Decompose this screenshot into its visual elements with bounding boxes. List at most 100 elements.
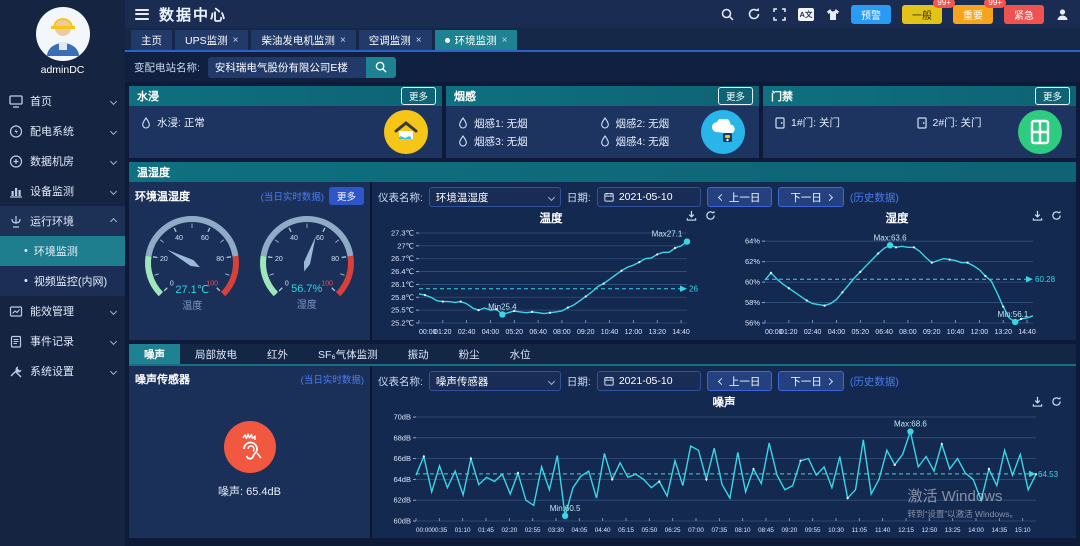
svg-text:08:00: 08:00 — [899, 329, 917, 336]
svg-text:66dB: 66dB — [393, 454, 411, 463]
content: 水浸 更多 水浸: 正常 — [125, 82, 1080, 546]
alert-button-major[interactable]: 重要 99+ — [953, 5, 993, 24]
svg-text:26.4℃: 26.4℃ — [391, 267, 414, 276]
tab-infrared[interactable]: 红外 — [252, 344, 303, 364]
svg-text:62%: 62% — [745, 257, 760, 266]
search-icon — [375, 61, 387, 73]
svg-text:01:20: 01:20 — [434, 329, 452, 336]
svg-text:04:40: 04:40 — [595, 527, 611, 534]
tab-env-monitor[interactable]: 环境监测 — [435, 30, 518, 50]
sidebar-item-runtime-env[interactable]: 运行环境 — [0, 206, 125, 236]
svg-text:20: 20 — [275, 256, 283, 263]
tab-label: 空调监测 — [369, 33, 411, 48]
svg-text:Max:68.6: Max:68.6 — [894, 420, 927, 429]
sidebar-item-system-settings[interactable]: 系统设置 — [0, 356, 125, 386]
prev-day-button[interactable]: 上一日 — [707, 371, 773, 391]
sidebar-item-energy-mgmt[interactable]: 能效管理 — [0, 296, 125, 326]
more-button[interactable]: 更多 — [401, 87, 436, 105]
next-day-button[interactable]: 下一日 — [778, 371, 844, 391]
prev-day-button[interactable]: 上一日 — [707, 187, 773, 207]
sidebar-item-power-system[interactable]: 配电系统 — [0, 116, 125, 146]
chart-title: 噪声 — [713, 394, 736, 410]
svg-text:56%: 56% — [745, 319, 760, 328]
download-icon[interactable] — [686, 210, 697, 221]
alert-button-normal[interactable]: 一般 99+ — [902, 5, 942, 24]
tab-diesel-monitor[interactable]: 柴油发电机监测 — [251, 30, 355, 50]
more-button[interactable]: 更多 — [329, 187, 364, 205]
realtime-data-link[interactable]: (当日实时数据) — [301, 372, 364, 386]
gauge-pane-title: 环境温湿度 — [135, 188, 190, 204]
tab-noise[interactable]: 噪声 — [129, 344, 180, 364]
tab-partial-discharge[interactable]: 局部放电 — [180, 344, 252, 364]
refresh-icon[interactable] — [746, 7, 761, 22]
station-search-input[interactable] — [208, 57, 366, 78]
svg-text:09:20: 09:20 — [781, 527, 797, 534]
noise-pane-title: 噪声传感器 — [135, 371, 190, 387]
alert-button-urgent[interactable]: 紧急 — [1004, 5, 1044, 24]
sidebar-item-home[interactable]: 首页 — [0, 86, 125, 116]
download-icon[interactable] — [1032, 396, 1043, 407]
tab-vibration[interactable]: 振动 — [393, 344, 444, 364]
user-icon[interactable] — [1055, 7, 1070, 22]
hamburger-menu-icon[interactable] — [135, 9, 149, 20]
tab-close-icon[interactable] — [502, 34, 508, 46]
sidebar-subitem-env-monitor[interactable]: 环境监测 — [0, 236, 125, 266]
realtime-data-link[interactable]: (当日实时数据) — [261, 189, 324, 203]
meter-select-value: 噪声传感器 — [436, 374, 544, 389]
download-icon[interactable] — [1032, 210, 1043, 221]
svg-text:06:25: 06:25 — [665, 527, 681, 534]
sidebar-subitem-video-monitor[interactable]: 视频监控(内网) — [0, 266, 125, 296]
tab-close-icon[interactable] — [340, 34, 346, 46]
search-icon[interactable] — [720, 7, 735, 22]
sidebar: adminDC 首页 配电系统 数据机房 设备监测 — [0, 0, 125, 546]
tab-home[interactable]: 主页 — [131, 30, 172, 50]
language-icon[interactable]: A文 — [798, 8, 814, 21]
prev-day-label: 上一日 — [729, 190, 761, 205]
refresh-icon[interactable] — [1051, 396, 1062, 407]
chevron-left-icon — [718, 377, 725, 384]
door-status-item: 1#门: 关门 — [775, 115, 877, 130]
status-text: 2#门: 关门 — [933, 115, 982, 130]
meter-select-value: 环境温湿度 — [436, 190, 544, 205]
tab-hvac-monitor[interactable]: 空调监测 — [359, 30, 432, 50]
svg-text:10:30: 10:30 — [828, 527, 844, 534]
next-day-button[interactable]: 下一日 — [778, 187, 844, 207]
svg-text:0: 0 — [170, 281, 174, 288]
sidebar-item-data-room[interactable]: 数据机房 — [0, 146, 125, 176]
sidebar-nav: 首页 配电系统 数据机房 设备监测 运行环境 — [0, 86, 125, 386]
svg-text:64.53: 64.53 — [1038, 470, 1059, 479]
tab-close-icon[interactable] — [233, 34, 239, 46]
avatar[interactable] — [36, 7, 90, 61]
theme-skin-icon[interactable] — [825, 7, 840, 22]
sidebar-item-event-log[interactable]: 事件记录 — [0, 326, 125, 356]
tab-close-icon[interactable] — [416, 34, 422, 46]
tools-icon — [9, 365, 23, 378]
alert-label: 紧急 — [1014, 11, 1034, 22]
station-search-button[interactable] — [366, 57, 396, 78]
refresh-icon[interactable] — [705, 210, 716, 221]
svg-text:70dB: 70dB — [393, 413, 411, 422]
svg-text:09:20: 09:20 — [923, 329, 941, 336]
history-data-link[interactable]: (历史数据) — [850, 190, 899, 205]
chevron-up-icon — [110, 217, 117, 224]
data-room-icon — [9, 155, 23, 168]
history-data-link[interactable]: (历史数据) — [850, 374, 899, 389]
temperature-gauge: 020406080100 27.1℃ 温度 — [135, 205, 250, 335]
alert-button-warning[interactable]: 预警 — [851, 5, 891, 24]
tab-sf6-gas[interactable]: SF₆气体监测 — [303, 344, 393, 364]
date-picker[interactable]: 2021-05-10 — [597, 187, 701, 207]
date-picker[interactable]: 2021-05-10 — [597, 371, 701, 391]
tab-ups-monitor[interactable]: UPS监测 — [175, 30, 248, 50]
sidebar-item-device-monitor[interactable]: 设备监测 — [0, 176, 125, 206]
more-button[interactable]: 更多 — [718, 87, 753, 105]
tab-water-level[interactable]: 水位 — [495, 344, 546, 364]
refresh-icon[interactable] — [1051, 210, 1062, 221]
th-controls: 仪表名称: 环境温湿度 日期: 2021-05-10 — [378, 184, 1070, 210]
more-button[interactable]: 更多 — [1035, 87, 1070, 105]
tab-dust[interactable]: 粉尘 — [444, 344, 495, 364]
chevron-down-icon — [110, 337, 117, 344]
svg-text:40: 40 — [290, 235, 298, 242]
meter-select[interactable]: 环境温湿度 — [429, 187, 561, 207]
fullscreen-icon[interactable] — [772, 7, 787, 22]
meter-select[interactable]: 噪声传感器 — [429, 371, 561, 391]
